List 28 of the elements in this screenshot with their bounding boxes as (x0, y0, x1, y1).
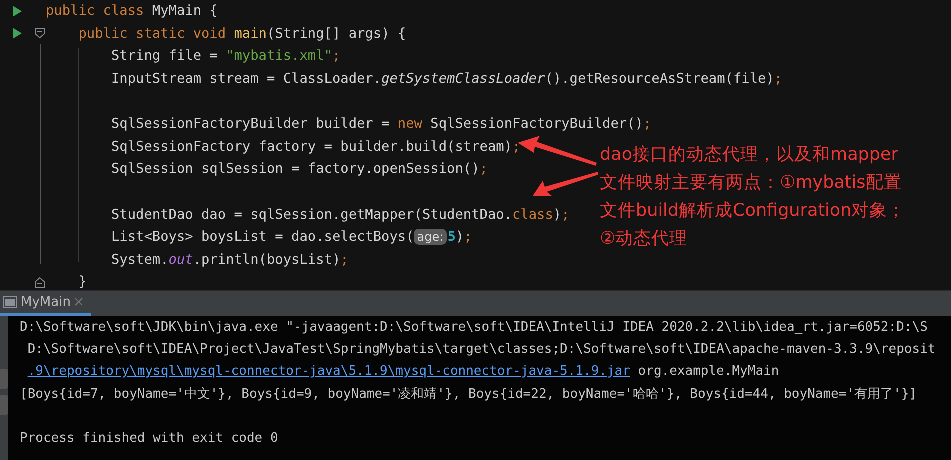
window-icon (3, 296, 17, 308)
annotation-text: 文件映射主要有两点：①mybatis配置 (600, 172, 903, 195)
console-text: D:\Software\soft\IDEA\Project\JavaTest\SpringMybatis\target\classes;D:\Software\soft\IDEA\apache-maven-3.3.9\reposit (26, 342, 936, 357)
code-line: SqlSession sqlSession = factory.openSession(); (110, 161, 488, 178)
run-icon[interactable] (13, 28, 22, 40)
console-text: org.example.MyMain (637, 364, 780, 380)
run-icon[interactable] (13, 6, 22, 17)
file-link[interactable]: .9\repository\mysql\mysql-connector-java\5.1.9\mysql-connector-java-5.1.9.jar (28, 364, 630, 380)
code-line: StudentDao dao = sqlSession.getMapper(StudentDao.class); (110, 206, 570, 223)
parameter-hint: age: (414, 229, 447, 246)
fold-icon[interactable] (35, 276, 45, 288)
annotation-text: ②动态代理 (600, 228, 689, 251)
code-line: SqlSessionFactory factory = builder.build(stream); (110, 138, 521, 155)
console-text: [Boys{id=7, boyName='中文'}, Boys{id=9, boyName='凌和靖'}, Boys{id=22, boyName='哈哈'}, Boys{id=44, boyName='有用了'}] (20, 386, 918, 404)
annotation-text: 文件build解析成Configuration对象； (600, 200, 906, 223)
code-line: List<Boys> boysList = dao.selectBoys( age: 5); (110, 229, 472, 246)
code-line: SqlSessionFactoryBuilder builder = new SqlSessionFactoryBuilder(); (110, 116, 652, 132)
console-text: D:\Software\soft\JDK\bin\java.exe "-javaagent:D:\Software\soft\IDEA\IntelliJ IDEA 2020.2.2\lib\idea_rt.jar=6052:D:\S (20, 320, 928, 335)
code-line: String file = "mybatis.xml"; (110, 48, 341, 64)
console-text: Process finished with exit code 0 (20, 431, 278, 446)
code-line: InputStream stream = ClassLoader.getSystemClassLoader().getResourceAsStream(file); (110, 71, 783, 88)
annotation-text: dao接口的动态代理，以及和mapper (600, 144, 900, 167)
fold-icon[interactable] (35, 28, 45, 40)
code-line: System.out.println(boysList); (110, 252, 349, 268)
code-line: public static void main(String[] args) { (78, 26, 406, 42)
code-line: } (78, 274, 87, 290)
arrow (533, 172, 598, 196)
code-line: public class MyMain { (46, 3, 218, 20)
